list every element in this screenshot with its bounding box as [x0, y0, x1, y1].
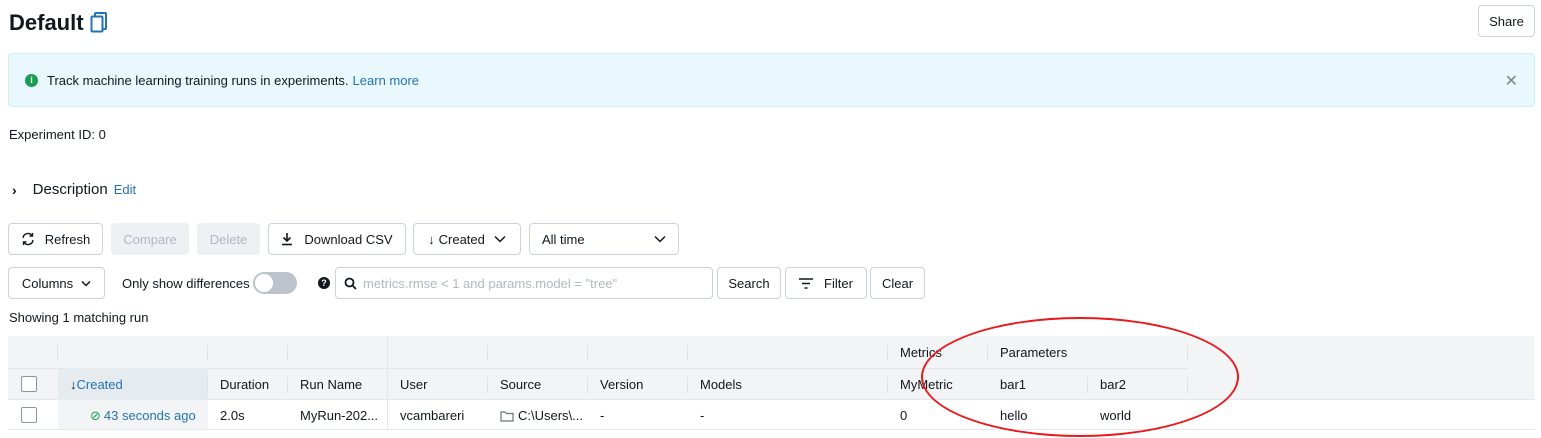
share-button[interactable]: Share [1478, 5, 1535, 37]
column-divider [487, 377, 488, 393]
column-divider [587, 345, 588, 361]
description-edit-link[interactable]: Edit [114, 182, 136, 197]
chevron-down-icon [654, 235, 666, 243]
check-circle-icon: ⊘ [90, 408, 101, 423]
sort-dropdown[interactable]: ↓ Created [413, 223, 521, 255]
cell-created[interactable]: ⊘ 43 seconds ago [90, 408, 196, 424]
experiment-id-value: 0 [98, 127, 106, 142]
column-header-bar2[interactable]: bar2 [1100, 377, 1126, 393]
search-box[interactable] [335, 267, 713, 299]
column-header-mymetric[interactable]: MyMetric [900, 377, 953, 393]
time-range-value: All time [542, 231, 585, 247]
folder-icon [500, 411, 514, 422]
chevron-down-icon [81, 280, 91, 287]
cell-source-text: C:\Users\... [518, 408, 584, 423]
column-divider [687, 345, 688, 361]
column-divider [287, 377, 288, 393]
copy-icon[interactable] [90, 12, 108, 34]
column-divider [1187, 345, 1188, 361]
filter-icon [799, 277, 814, 289]
column-header-created-label: Created [76, 377, 123, 392]
sort-label: Created [438, 231, 485, 247]
row-divider [8, 429, 1535, 430]
refresh-label: Refresh [44, 231, 91, 247]
column-header-duration[interactable]: Duration [220, 377, 269, 393]
cell-mymetric: 0 [900, 408, 908, 423]
column-header-run-name[interactable]: Run Name [300, 377, 362, 393]
column-divider [1087, 377, 1088, 393]
delete-button[interactable]: Delete [197, 223, 260, 255]
column-divider [57, 345, 58, 361]
refresh-icon [22, 232, 34, 246]
search-input[interactable] [363, 275, 703, 291]
column-divider [1187, 377, 1188, 393]
cell-models: - [700, 408, 705, 423]
group-header-metrics: Metrics [900, 345, 942, 360]
row-checkbox[interactable] [21, 407, 37, 423]
column-divider [487, 345, 488, 361]
cell-duration: 2.0s [220, 408, 245, 423]
search-icon [344, 277, 357, 290]
only-show-differences-toggle[interactable] [253, 272, 297, 294]
info-icon: i [25, 73, 38, 87]
column-divider [587, 377, 588, 393]
description-section[interactable]: › Description Edit [12, 181, 136, 198]
column-divider [887, 345, 888, 361]
arrow-down-icon: ↓ [428, 231, 435, 247]
cell-bar2: world [1100, 408, 1132, 423]
learn-more-link[interactable]: Learn more [353, 73, 419, 88]
cell-version: - [600, 408, 605, 423]
clear-button[interactable]: Clear [870, 267, 925, 299]
refresh-button[interactable]: Refresh [8, 223, 103, 255]
cell-source[interactable]: C:\Users\... [500, 408, 583, 424]
columns-label: Columns [21, 275, 74, 291]
compare-button[interactable]: Compare [111, 223, 189, 255]
cell-created-link[interactable]: 43 seconds ago [104, 408, 196, 423]
search-button[interactable]: Search [717, 267, 781, 299]
filter-button[interactable]: Filter [785, 267, 867, 299]
column-header-models[interactable]: Models [700, 377, 742, 393]
column-divider [887, 377, 888, 393]
columns-dropdown[interactable]: Columns [8, 267, 105, 299]
column-header-user[interactable]: User [400, 377, 427, 393]
only-show-differences-label: Only show differences [122, 276, 250, 291]
chevron-right-icon[interactable]: › [12, 182, 17, 198]
banner-message: Track machine learning training runs in … [47, 72, 349, 88]
cell-run-name[interactable]: MyRun-202... [300, 408, 378, 424]
result-count: Showing 1 matching run [9, 310, 149, 325]
download-csv-button[interactable]: Download CSV [268, 223, 406, 255]
column-divider [207, 377, 208, 393]
column-divider [387, 336, 388, 430]
cell-user: vcambareri [400, 408, 465, 423]
description-label: Description [32, 181, 108, 198]
filter-label: Filter [824, 275, 853, 291]
close-icon[interactable]: ✕ [1505, 71, 1518, 91]
runs-table: Metrics Parameters ↓Created Duration Run… [8, 336, 1535, 430]
experiment-id: Experiment ID: 0 [9, 127, 106, 142]
column-divider [687, 377, 688, 393]
help-icon[interactable]: ? [318, 277, 330, 289]
column-header-created[interactable]: ↓Created [70, 377, 123, 393]
time-range-select[interactable]: All time [529, 223, 679, 255]
column-divider [207, 345, 208, 361]
group-header-parameters: Parameters [1000, 345, 1068, 360]
chevron-down-icon [494, 235, 506, 243]
column-divider [287, 345, 288, 361]
info-banner: i Track machine learning training runs i… [8, 53, 1535, 107]
column-header-version[interactable]: Version [600, 377, 643, 393]
page-title-wrap: Default [9, 9, 108, 37]
cell-bar1: hello [1000, 408, 1028, 423]
column-divider [987, 345, 988, 361]
column-header-bar1[interactable]: bar1 [1000, 377, 1026, 393]
select-all-checkbox[interactable] [21, 376, 37, 392]
download-csv-label: Download CSV [304, 231, 393, 247]
column-header-source[interactable]: Source [500, 377, 541, 393]
download-icon [282, 233, 293, 246]
toggle-knob [255, 274, 273, 292]
experiment-id-label: Experiment ID: [9, 127, 95, 142]
page-title: Default [9, 10, 84, 35]
